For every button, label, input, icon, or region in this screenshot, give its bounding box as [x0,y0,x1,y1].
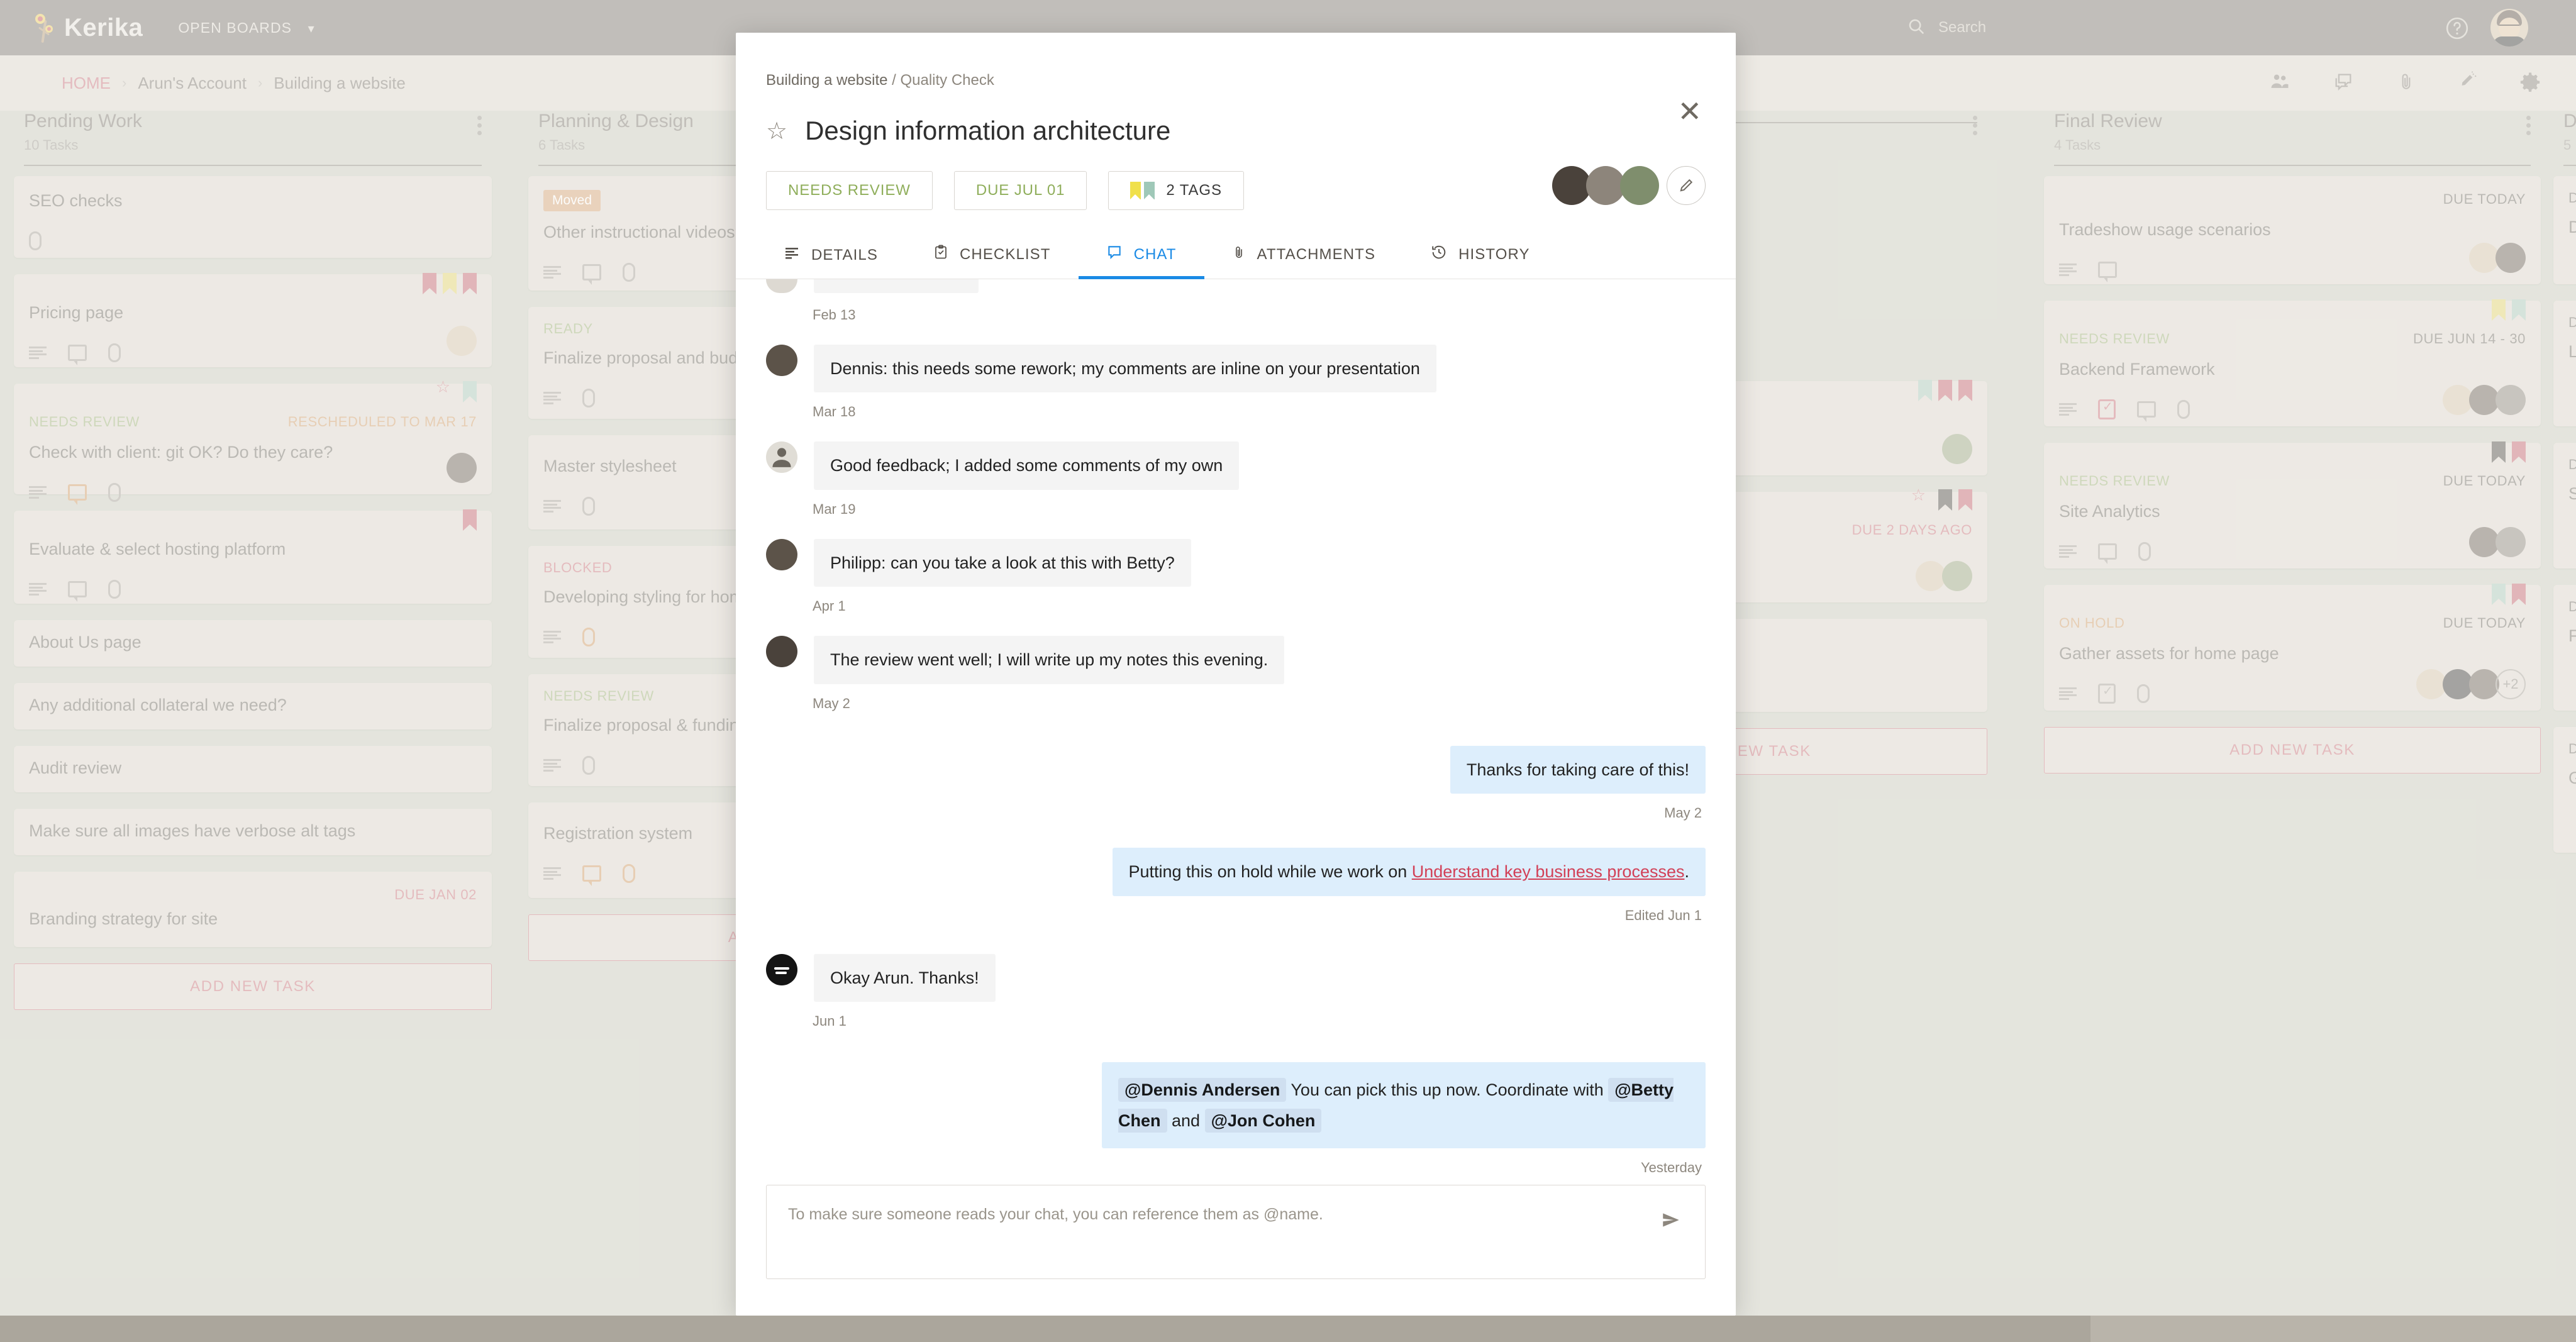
chat-bubble: Okay Arun. Thanks! [814,953,996,1002]
avatar[interactable] [1552,166,1591,205]
tab-attachments-label: ATTACHMENTS [1257,245,1376,263]
chat-bubble [814,279,979,293]
chat-message-own: @Dennis Andersen You can pick this up no… [766,1062,1706,1149]
chat-timestamp: Jun 1 [813,1013,847,1029]
tab-chat-label: CHAT [1133,245,1177,263]
tab-details[interactable]: DETAILS [756,245,906,279]
status-badge[interactable]: NEEDS REVIEW [766,171,933,210]
modal-title-row: ☆ Design information architecture [736,89,1736,146]
star-icon[interactable]: ☆ [766,117,787,145]
chat-task-link[interactable]: Understand key business processes [1412,862,1685,881]
chat-input[interactable]: To make sure someone reads your chat, yo… [766,1185,1706,1279]
chat-text-after: . [1684,862,1689,882]
avatar-kerika-icon [766,953,797,985]
chat-timestamp: Apr 1 [813,598,846,614]
paperclip-icon [1232,244,1246,265]
chat-text: You can pick this up now. Coordinate wit… [1286,1080,1609,1100]
chat-message: Good feedback; I added some comments of … [766,441,1706,490]
mention-chip[interactable]: @Jon Cohen [1204,1108,1322,1133]
chat-text: and [1167,1111,1205,1130]
avatar [766,279,797,293]
avatar[interactable] [1586,166,1625,205]
tab-checklist[interactable]: CHECKLIST [906,244,1079,279]
page-title: Design information architecture [805,116,1171,145]
modal-breadcrumb-board[interactable]: Building a website [766,72,887,89]
chat-input-placeholder: To make sure someone reads your chat, yo… [788,1206,1323,1223]
tab-details-label: DETAILS [811,246,878,263]
chat-composer: To make sure someone reads your chat, yo… [736,1185,1736,1316]
chat-icon [1106,244,1123,265]
scrollbar-thumb[interactable] [0,1316,2090,1342]
chat-message-partial [766,279,979,293]
modal-chip-row: NEEDS REVIEW DUE JUL 01 2 TAGS [736,146,1736,210]
avatar [766,538,797,570]
chat-text-before: Putting this on hold while we work on [1128,862,1412,882]
chat-message: Okay Arun. Thanks! [766,953,1706,1002]
tab-checklist-label: CHECKLIST [959,245,1051,263]
modal-breadcrumb-column[interactable]: Quality Check [900,72,994,89]
tag-ribbon-icon [1130,182,1155,199]
tab-attachments[interactable]: ATTACHMENTS [1204,244,1404,279]
chat-timestamp: Feb 13 [813,307,856,323]
chat-bubble: Thanks for taking care of this! [1450,745,1706,794]
send-icon[interactable] [1658,1209,1684,1234]
details-icon [784,245,800,265]
chat-bubble: Philipp: can you take a look at this wit… [814,538,1191,587]
chat-timestamp: Mar 18 [813,404,856,420]
chat-bubble: Dennis: this needs some rework; my comme… [814,345,1436,393]
tab-chat[interactable]: CHAT [1078,244,1204,279]
chat-timestamp: Mar 19 [813,501,856,517]
chat-bubble: Putting this on hold while we work on Un… [1112,848,1706,896]
chat-timestamp: Yesterday [1640,1160,1702,1176]
tab-history[interactable]: HISTORY [1403,244,1558,279]
task-detail-modal: Building a website / Quality Check ✕ ☆ D… [736,33,1736,1316]
avatar [766,345,797,376]
avatar [766,636,797,668]
close-icon[interactable]: ✕ [1677,97,1702,126]
chat-bubble: The review went well; I will write up my… [814,636,1285,684]
chat-message-own: Putting this on hold while we work on Un… [766,848,1706,896]
edit-assignees-icon[interactable] [1667,166,1706,205]
chat-message: The review went well; I will write up my… [766,636,1706,684]
chat-timestamp: Edited Jun 1 [1624,907,1702,923]
checklist-icon [933,244,948,265]
chat-bubble: Good feedback; I added some comments of … [814,441,1240,490]
chat-timestamp: May 2 [1664,805,1702,821]
horizontal-scrollbar[interactable] [0,1316,2576,1342]
modal-assignees [1552,166,1706,205]
chat-bubble: @Dennis Andersen You can pick this up no… [1102,1062,1706,1149]
chat-timestamp: May 2 [813,695,850,711]
due-date-button[interactable]: DUE JUL 01 [953,171,1087,210]
chat-message: Dennis: this needs some rework; my comme… [766,345,1706,393]
chat-message-list[interactable]: Feb 13 Dennis: this needs some rework; m… [736,279,1736,1185]
avatar-generic-user-icon [766,441,797,474]
modal-breadcrumb-separator: / [887,72,901,89]
modal-tabs: DETAILS CHECKLIST CHAT ATTACHMENTS HISTO… [736,244,1736,279]
mention-chip[interactable]: @Dennis Andersen [1118,1078,1287,1102]
avatar[interactable] [1620,166,1659,205]
tags-label: 2 TAGS [1166,182,1222,199]
tags-button[interactable]: 2 TAGS [1108,171,1244,210]
chat-message-own: Thanks for taking care of this! [766,745,1706,794]
history-icon [1431,244,1447,265]
tab-history-label: HISTORY [1458,245,1530,263]
chat-message: Philipp: can you take a look at this wit… [766,538,1706,587]
modal-breadcrumb: Building a website / Quality Check [736,33,1736,89]
